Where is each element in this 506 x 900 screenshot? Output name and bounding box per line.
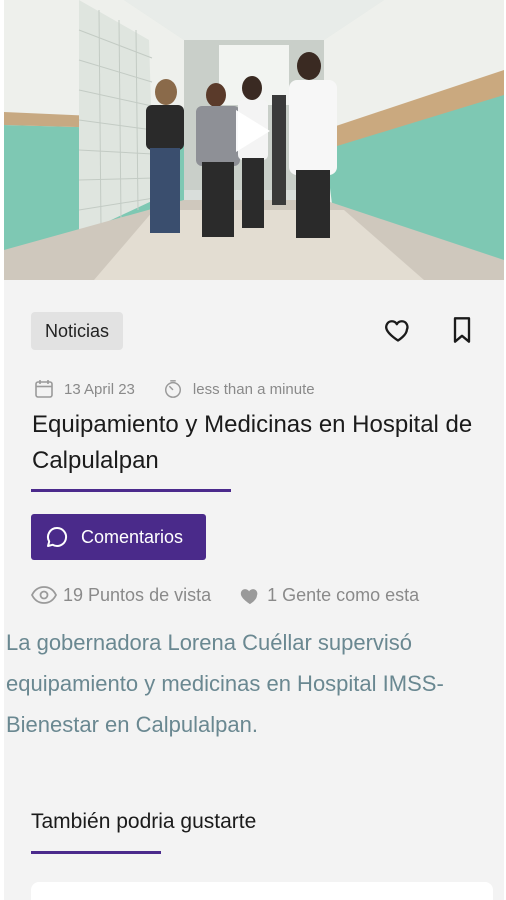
article-meta: 13 April 23 less than a minute (34, 376, 315, 402)
article-summary: La gobernadora Lorena Cuéllar supervisó … (6, 630, 444, 737)
play-button[interactable] (232, 108, 288, 164)
article-page: Noticias 13 April 23 less than a minute … (4, 0, 504, 900)
timer-icon (164, 380, 181, 398)
views-count: 19 Puntos de vista (63, 584, 212, 605)
calendar-icon (35, 380, 53, 398)
related-underline (31, 851, 161, 854)
read-time: less than a minute (192, 380, 315, 398)
title-underline (31, 489, 231, 492)
play-icon (236, 110, 270, 152)
favorite-button[interactable] (384, 316, 412, 344)
related-article-card[interactable] (31, 882, 493, 900)
comments-label: Comentarios (81, 526, 184, 547)
comments-button[interactable]: Comentarios (31, 514, 206, 560)
chat-bubble-icon (47, 526, 68, 547)
article-date: 13 April 23 (64, 380, 135, 398)
heart-filled-icon (240, 589, 258, 605)
video-thumbnail[interactable] (4, 0, 504, 280)
eye-icon (31, 586, 57, 604)
heart-outline-icon (385, 320, 409, 342)
related-section-title: También podria gustarte (31, 810, 257, 833)
article-stats: 19 Puntos de vista 1 Gente como esta (31, 582, 419, 608)
bookmark-icon (453, 317, 471, 343)
category-tag[interactable]: Noticias (31, 312, 124, 350)
bookmark-button[interactable] (450, 316, 474, 344)
article-title: Equipamiento y Medicinas en Hospital de … (32, 411, 473, 474)
likes-count: 1 Gente como esta (267, 584, 420, 605)
